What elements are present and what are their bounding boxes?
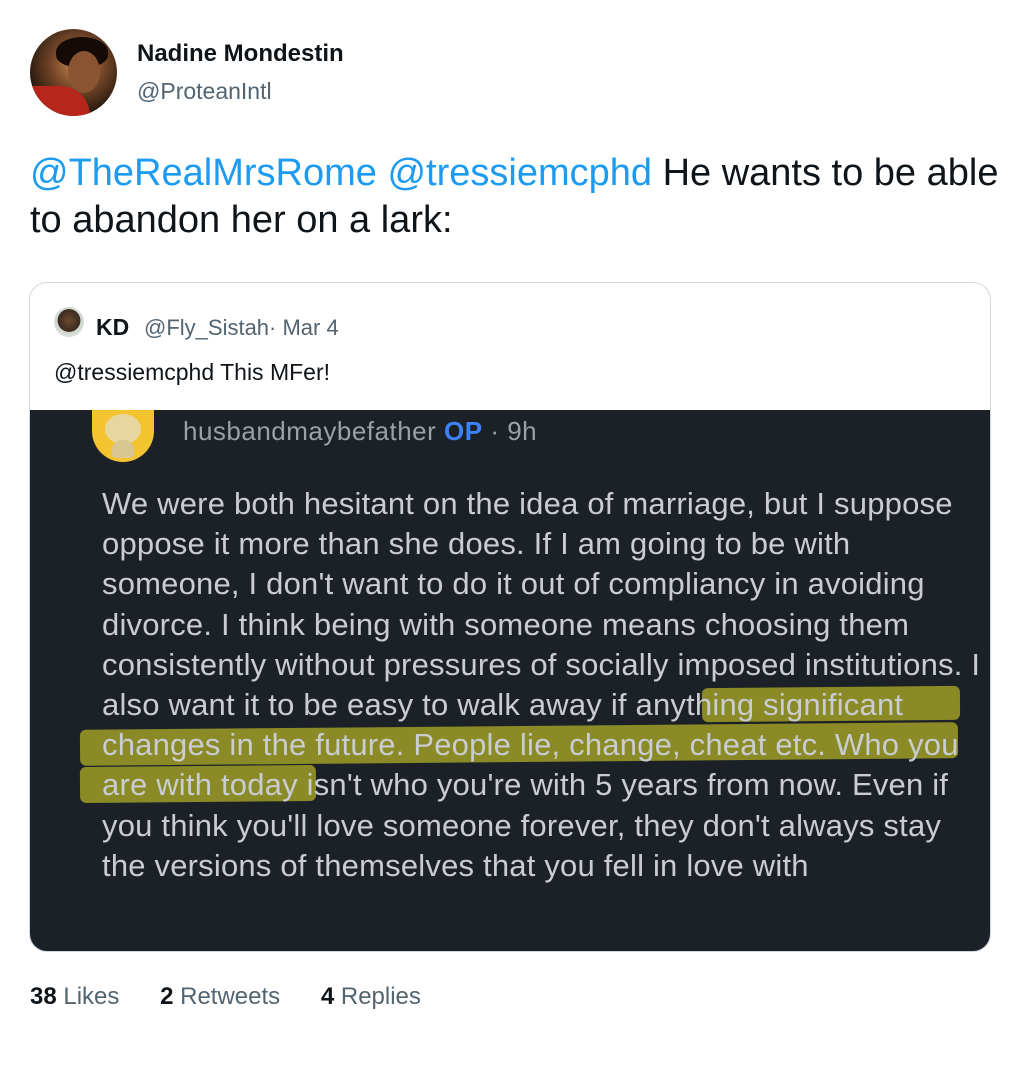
tweet-text: @TheRealMrsRome @tressiemcphd He wants t… <box>30 150 1000 244</box>
retweets-stat[interactable]: 2 Retweets <box>160 983 280 1011</box>
likes-count: 38 <box>30 983 57 1010</box>
replies-count: 4 <box>320 983 335 1010</box>
tweet-stats: 38 Likes 2 Retweets 4 Replies <box>30 983 455 1011</box>
reddit-snoo-icon <box>92 410 154 462</box>
author-handle[interactable]: @ProteanIntl <box>137 78 272 105</box>
author-name[interactable]: Nadine Mondestin <box>137 40 344 68</box>
replies-label: Replies <box>340 983 421 1010</box>
quoted-tweet[interactable]: KD @Fly_Sistah· Mar 4 @tressiemcphd This… <box>29 282 991 952</box>
quoted-author-name: KD <box>96 314 130 340</box>
likes-label: Likes <box>63 983 120 1010</box>
mention-link[interactable]: @TheRealMrsRome <box>30 152 377 194</box>
author-avatar[interactable] <box>30 29 117 116</box>
quoted-avatar <box>54 307 84 337</box>
quoted-screenshot[interactable]: husbandmaybefather OP · 9h We were both … <box>30 410 990 951</box>
quoted-text: @tressiemcphd This MFer! <box>54 359 330 385</box>
retweets-count: 2 <box>160 983 174 1010</box>
retweets-label: Retweets <box>180 983 281 1010</box>
reddit-time: · 9h <box>490 416 538 446</box>
tweet-card: Nadine Mondestin @ProteanIntl @TheRealMr… <box>0 0 1019 1072</box>
replies-stat[interactable]: 4 Replies <box>321 983 421 1011</box>
quoted-handle-date: @Fly_Sistah· Mar 4 <box>144 315 339 340</box>
reddit-comment-body: We were both hesitant on the idea of mar… <box>102 486 981 883</box>
likes-stat[interactable]: 38 Likes <box>30 983 119 1011</box>
op-badge: OP <box>444 416 483 446</box>
reddit-username: husbandmaybefather <box>183 416 437 446</box>
mention-link[interactable]: @tressiemcphd <box>387 152 652 194</box>
reddit-comment-header: husbandmaybefather OP · 9h <box>183 416 537 447</box>
